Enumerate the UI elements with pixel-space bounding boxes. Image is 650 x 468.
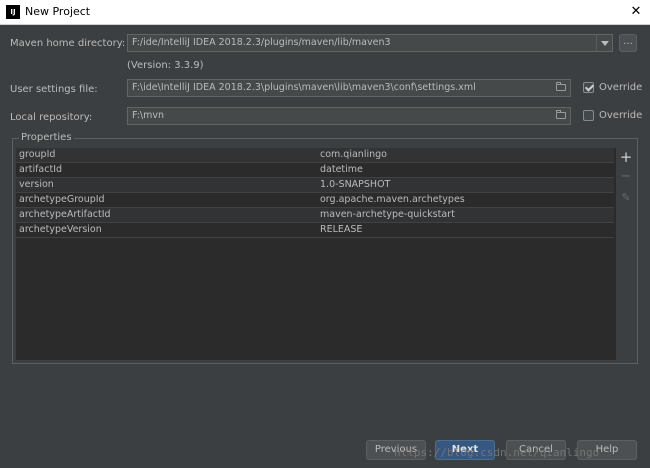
property-key: archetypeArtifactId	[19, 209, 111, 220]
property-key: archetypeVersion	[19, 224, 102, 235]
user-settings-override-checkbox[interactable]	[583, 82, 594, 93]
local-repo-value: F:\mvn	[132, 110, 165, 121]
local-repo-field[interactable]: F:\mvn	[127, 107, 571, 125]
table-row[interactable]: archetypeVersion RELEASE	[16, 223, 614, 238]
table-row[interactable]: archetypeGroupId org.apache.maven.archet…	[16, 193, 614, 208]
property-value: RELEASE	[320, 224, 363, 235]
maven-home-value: F:/ide/IntelliJ IDEA 2018.2.3/plugins/ma…	[132, 37, 391, 48]
properties-table: groupId com.qianlingo artifactId datetim…	[16, 148, 616, 360]
browse-button[interactable]: ...	[619, 34, 637, 52]
user-settings-label: User settings file:	[10, 84, 98, 95]
add-icon[interactable]: +	[619, 150, 633, 165]
property-key: groupId	[19, 149, 56, 160]
maven-home-label: Maven home directory:	[10, 38, 126, 49]
watermark: https://blog.csdn.net/qianlingo	[394, 446, 600, 459]
table-row[interactable]: version 1.0-SNAPSHOT	[16, 178, 614, 193]
window-title: New Project	[25, 5, 91, 18]
property-key: version	[19, 179, 54, 190]
user-settings-value: F:\ide\IntelliJ IDEA 2018.2.3\plugins\ma…	[132, 82, 476, 93]
title-bar: IJ New Project ✕	[0, 0, 650, 25]
chevron-down-icon[interactable]	[596, 35, 612, 51]
user-settings-field[interactable]: F:\ide\IntelliJ IDEA 2018.2.3\plugins\ma…	[127, 79, 571, 97]
property-value: maven-archetype-quickstart	[320, 209, 455, 220]
property-value: datetime	[320, 164, 363, 175]
properties-group: Properties groupId com.qianlingo artifac…	[12, 132, 638, 364]
table-row[interactable]: archetypeArtifactId maven-archetype-quic…	[16, 208, 614, 223]
user-settings-override-label: Override	[599, 82, 643, 93]
close-icon[interactable]: ✕	[622, 0, 650, 24]
properties-legend: Properties	[19, 132, 74, 143]
property-value: com.qianlingo	[320, 149, 387, 160]
folder-icon[interactable]	[556, 82, 566, 91]
local-repo-override-label: Override	[599, 110, 643, 121]
remove-icon[interactable]: −	[619, 170, 633, 184]
local-repo-label: Local repository:	[10, 112, 93, 123]
maven-version-text: (Version: 3.3.9)	[127, 60, 204, 71]
table-row[interactable]: artifactId datetime	[16, 163, 614, 178]
maven-home-combo[interactable]: F:/ide/IntelliJ IDEA 2018.2.3/plugins/ma…	[127, 34, 613, 52]
intellij-icon: IJ	[6, 5, 20, 19]
local-repo-override-checkbox[interactable]	[583, 110, 594, 121]
property-key: archetypeGroupId	[19, 194, 105, 205]
table-row[interactable]: groupId com.qianlingo	[16, 148, 614, 163]
property-value: org.apache.maven.archetypes	[320, 194, 465, 205]
property-key: artifactId	[19, 164, 63, 175]
folder-icon[interactable]	[556, 110, 566, 119]
edit-icon[interactable]: ✎	[619, 191, 633, 205]
property-value: 1.0-SNAPSHOT	[320, 179, 391, 190]
